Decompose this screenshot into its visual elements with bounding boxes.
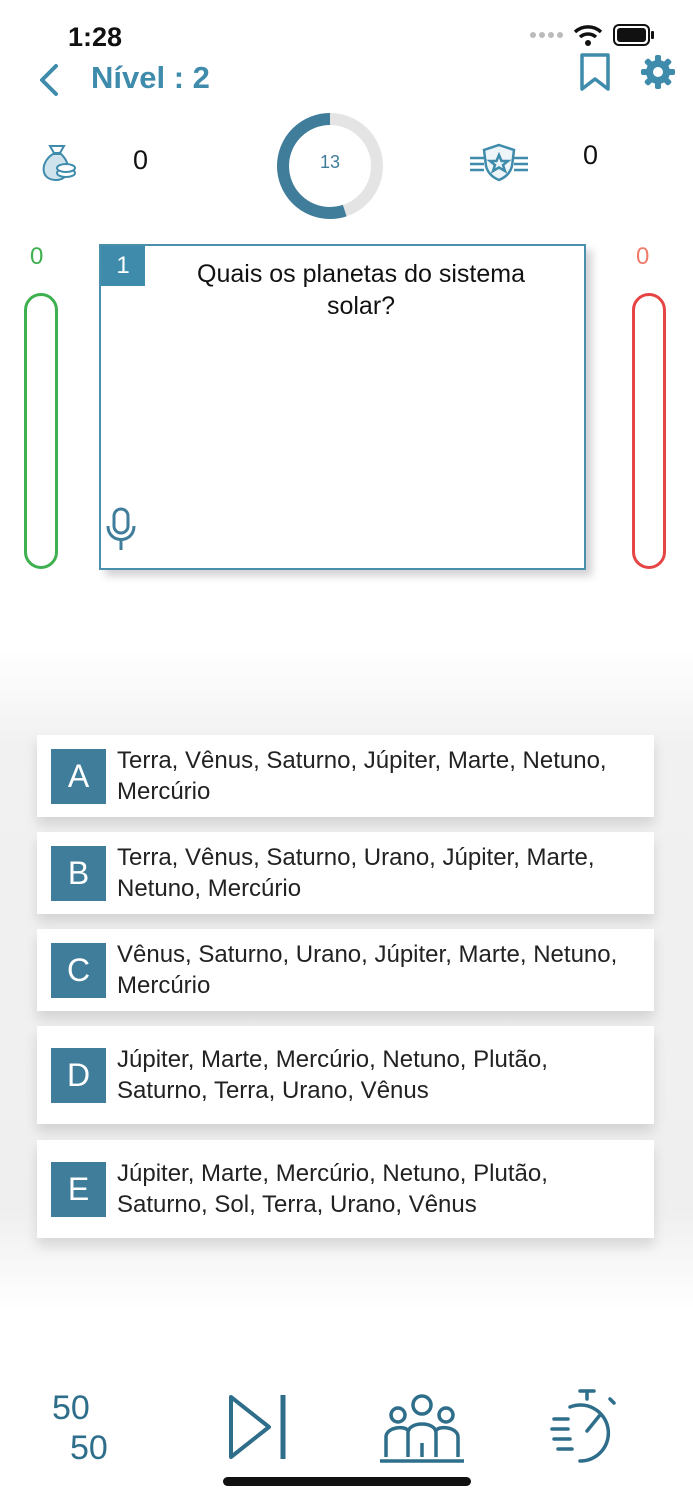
more-time-button[interactable]: [550, 1385, 622, 1470]
answer-text: Terra, Vênus, Saturno, Urano, Júpiter, M…: [117, 844, 595, 902]
audience-button[interactable]: [380, 1385, 464, 1470]
answer-option-a[interactable]: A Terra, Vênus, Saturno, Júpiter, Marte,…: [37, 735, 654, 817]
battery-icon: [613, 24, 654, 46]
chevron-left-icon[interactable]: [34, 62, 64, 98]
wrong-bar: [632, 293, 666, 569]
question-number: 1: [101, 246, 145, 286]
microphone-icon[interactable]: [105, 506, 137, 552]
answer-text: Terra, Vênus, Saturno, Júpiter, Marte, N…: [117, 747, 607, 805]
answer-text: Júpiter, Marte, Mercúrio, Netuno, Plutão…: [117, 1046, 548, 1104]
home-indicator: [223, 1477, 471, 1486]
answer-letter: D: [51, 1047, 106, 1103]
fifty-top-label: 50: [52, 1389, 90, 1427]
bookmark-icon[interactable]: [578, 52, 612, 92]
coins-count: 0: [133, 145, 149, 175]
fifty-bottom-label: 50: [70, 1429, 108, 1467]
gear-icon[interactable]: [640, 54, 676, 90]
answer-letter: B: [51, 845, 106, 901]
wifi-icon: [573, 25, 603, 46]
answer-text: Júpiter, Marte, Mercúrio, Netuno, Plutão…: [117, 1160, 548, 1218]
stopwatch-icon: [550, 1389, 616, 1463]
answer-letter: A: [51, 748, 106, 804]
answer-option-d[interactable]: D Júpiter, Marte, Mercúrio, Netuno, Plut…: [37, 1026, 654, 1124]
fifty-fifty-button[interactable]: 50 50: [50, 1385, 120, 1470]
answer-letter: C: [51, 942, 106, 998]
answer-option-c[interactable]: C Vênus, Saturno, Urano, Júpiter, Marte,…: [37, 929, 654, 1011]
wrong-count: 0: [636, 243, 650, 270]
correct-count: 0: [30, 243, 44, 270]
signal-icon: [530, 32, 563, 38]
timer-value: 13: [319, 152, 341, 172]
police-badge-icon: [470, 143, 528, 182]
question-card: 1 Quais os planetas do sistema solar?: [99, 244, 586, 570]
skip-button[interactable]: [225, 1385, 291, 1470]
audience-icon: [380, 1394, 464, 1463]
money-bag-icon: [42, 145, 76, 182]
question-text: Quais os planetas do sistema solar?: [197, 260, 525, 320]
status-icons: [529, 24, 655, 46]
correct-bar: [24, 293, 58, 569]
answer-option-b[interactable]: B Terra, Vênus, Saturno, Urano, Júpiter,…: [37, 832, 654, 914]
fifty-fifty-icon: 50 50: [52, 1389, 108, 1467]
answer-option-e[interactable]: E Júpiter, Marte, Mercúrio, Netuno, Plut…: [37, 1140, 654, 1238]
level-title: Nível : 2: [91, 60, 210, 95]
answer-text: Vênus, Saturno, Urano, Júpiter, Marte, N…: [117, 941, 618, 999]
skip-icon: [229, 1395, 286, 1459]
status-time: 1:28: [68, 22, 123, 52]
answer-letter: E: [51, 1161, 106, 1217]
score-count: 0: [583, 140, 599, 170]
